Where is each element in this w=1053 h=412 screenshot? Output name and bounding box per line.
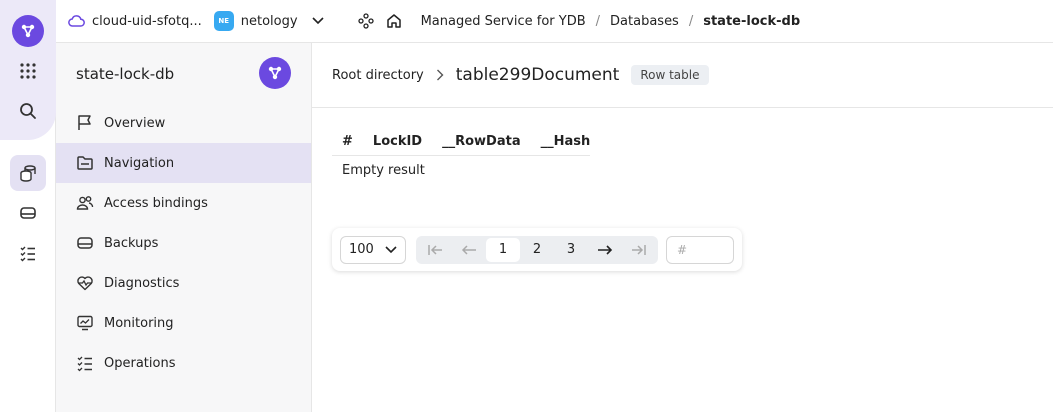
folder-selector[interactable]: NE netology (213, 11, 324, 31)
last-page-button[interactable] (622, 238, 656, 262)
column-header[interactable]: __RowData (432, 134, 531, 149)
storage-icon (77, 237, 93, 249)
breadcrumb: Managed Service for YDB / Databases / st… (421, 14, 801, 29)
arrow-right-icon (598, 244, 613, 255)
first-page-icon (428, 244, 442, 255)
folder-icon (77, 156, 93, 170)
chevron-down-icon (385, 245, 397, 253)
sidebar-item-navigation[interactable]: Navigation (56, 143, 311, 183)
sidebar: state-lock-db Overview Navigation Access… (56, 43, 312, 412)
home-icon[interactable] (386, 13, 402, 29)
folder-badge: NE (213, 11, 234, 31)
sidebar-item-label: Monitoring (104, 315, 174, 331)
apps-grid-icon[interactable] (10, 53, 46, 89)
sidebar-item-label: Navigation (104, 155, 175, 171)
page-button-3[interactable]: 3 (554, 238, 588, 262)
sidebar-item-overview[interactable]: Overview (56, 103, 311, 143)
page-number-input[interactable] (666, 235, 734, 264)
search-icon[interactable] (10, 93, 46, 129)
page-button-1[interactable]: 1 (486, 237, 520, 262)
breadcrumb-service[interactable]: Managed Service for YDB (421, 14, 586, 29)
empty-result-text: Empty result (342, 163, 425, 178)
pagination: 100 1 2 3 (332, 228, 742, 271)
breadcrumb-current: state-lock-db (703, 13, 801, 29)
folder-label: netology (240, 13, 298, 29)
sidebar-item-operations[interactable]: Operations (56, 343, 311, 383)
table-header-row: # LockID __RowData __Hash (332, 128, 590, 156)
first-page-button[interactable] (418, 238, 452, 262)
list-check-icon[interactable] (10, 235, 46, 271)
monitor-chart-icon (77, 315, 93, 331)
sidebar-item-monitoring[interactable]: Monitoring (56, 303, 311, 343)
databases-icon[interactable] (10, 155, 46, 191)
flag-icon (78, 115, 91, 130)
app-rail (0, 0, 56, 412)
chevron-right-icon (436, 69, 444, 81)
list-check-icon (77, 356, 92, 372)
breadcrumb-databases[interactable]: Databases (610, 14, 679, 29)
sidebar-item-label: Backups (104, 235, 159, 251)
sidebar-item-diagnostics[interactable]: Diagnostics (56, 263, 311, 303)
ydb-logo-icon[interactable] (12, 15, 44, 47)
sidebar-item-label: Operations (104, 355, 176, 371)
breadcrumb-separator: / (595, 13, 601, 29)
users-icon (76, 196, 94, 210)
sidebar-item-backups[interactable]: Backups (56, 223, 311, 263)
table-header: Root directory table299Document Row tabl… (312, 43, 1053, 108)
chevron-down-icon (311, 17, 324, 25)
main-content: Root directory table299Document Row tabl… (312, 43, 1053, 412)
column-header[interactable]: # (332, 134, 363, 149)
page-size-value: 100 (349, 242, 374, 257)
cloud-icon (68, 15, 85, 27)
page-buttons: 1 2 3 (416, 235, 658, 264)
service-hub-icon[interactable] (357, 13, 374, 29)
ydb-logo-icon (259, 57, 291, 89)
sidebar-item-label: Diagnostics (104, 275, 180, 291)
heart-pulse-icon (77, 276, 93, 291)
breadcrumb-separator: / (688, 13, 694, 29)
cloud-label: cloud-uid-sfotq... (92, 13, 202, 29)
table-type-badge: Row table (631, 65, 709, 85)
sidebar-item-label: Overview (104, 115, 166, 131)
table-name: table299Document (455, 65, 620, 85)
sidebar-item-access-bindings[interactable]: Access bindings (56, 183, 311, 223)
result-table: # LockID __RowData __Hash Empty result (332, 128, 590, 185)
top-bar: cloud-uid-sfotq... NE netology Managed S… (56, 0, 1053, 43)
storage-icon[interactable] (10, 195, 46, 231)
arrow-left-icon (461, 244, 476, 255)
cloud-selector[interactable]: cloud-uid-sfotq... (68, 14, 202, 29)
root-directory-link[interactable]: Root directory (332, 68, 424, 83)
sidebar-title: state-lock-db (76, 65, 175, 83)
page-size-select[interactable]: 100 (340, 235, 406, 264)
column-header[interactable]: LockID (363, 134, 432, 149)
sidebar-item-label: Access bindings (104, 195, 208, 211)
column-header[interactable]: __Hash (531, 134, 601, 149)
last-page-icon (632, 244, 646, 255)
page-button-2[interactable]: 2 (520, 238, 554, 262)
prev-page-button[interactable] (452, 238, 486, 262)
next-page-button[interactable] (588, 238, 622, 262)
